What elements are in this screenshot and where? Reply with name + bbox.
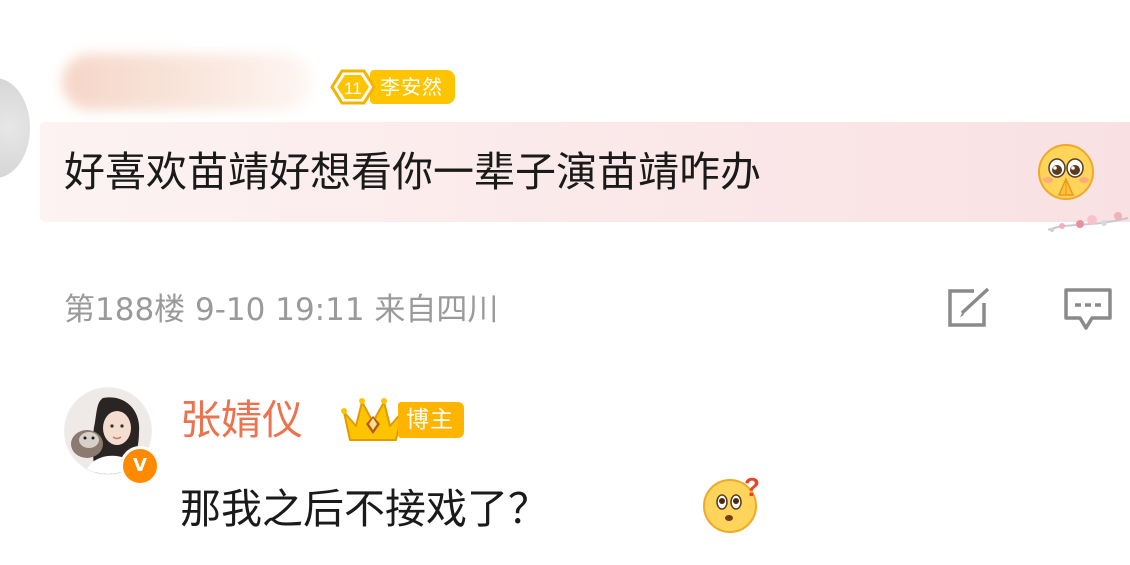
fan-level-badge[interactable]: 11 李安然 <box>328 68 476 106</box>
comment-text: 好喜欢苗靖好想看你一辈子演苗靖咋办 <box>64 148 761 196</box>
comment-reply-icon[interactable] <box>1062 286 1114 332</box>
confused-face-icon: ? <box>700 472 764 536</box>
commenter-name-blurred[interactable] <box>62 54 312 110</box>
level-badge-name: 李安然 <box>370 70 455 104</box>
pleading-face-icon <box>1037 143 1095 201</box>
share-edit-icon[interactable] <box>944 285 994 331</box>
bubble-decoration-icon <box>1040 200 1130 240</box>
blogger-username[interactable]: 张婧仪 <box>180 392 303 448</box>
svg-text:?: ? <box>744 472 760 502</box>
role-badge: 博主 <box>398 402 464 438</box>
level-11-icon: 11 <box>328 68 376 106</box>
level-number: 11 <box>344 79 362 98</box>
crown-icon <box>340 394 406 446</box>
comment-meta: 第188楼 9-10 19:11 来自四川 <box>64 292 499 328</box>
commenter-avatar[interactable] <box>0 78 30 178</box>
reply-text: 那我之后不接戏了？ <box>180 485 549 533</box>
verified-badge: V <box>120 446 160 486</box>
